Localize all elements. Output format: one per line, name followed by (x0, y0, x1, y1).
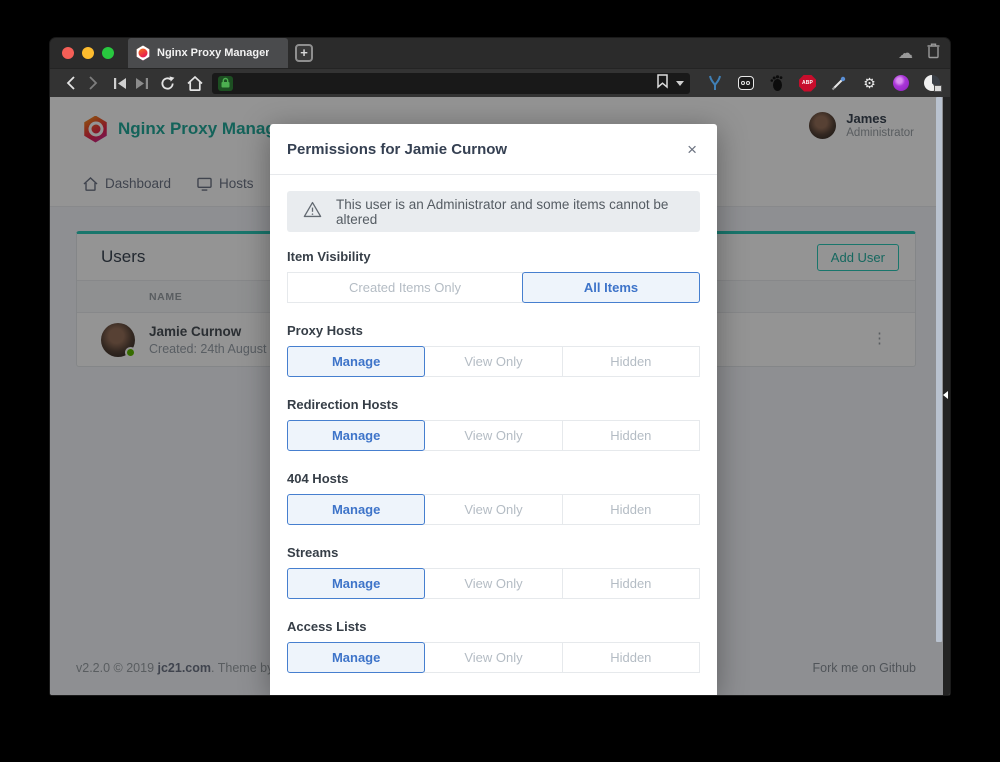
extension-fork-icon[interactable] (706, 75, 723, 92)
alert-text: This user is an Administrator and some i… (336, 197, 684, 227)
section-label: Access Lists (287, 619, 700, 634)
redirection-hosts-view-only[interactable]: View Only (424, 420, 562, 451)
bookmark-caret-icon[interactable] (676, 81, 684, 86)
panel-arrow-icon (943, 391, 948, 399)
section-label: Streams (287, 545, 700, 560)
rewind-icon[interactable] (109, 72, 131, 94)
modal-header: Permissions for Jamie Curnow × (270, 124, 717, 175)
tab-title: Nginx Proxy Manager (157, 47, 269, 59)
admin-alert: This user is an Administrator and some i… (287, 191, 700, 232)
side-panel-toggle[interactable] (943, 97, 950, 695)
page-viewport: Nginx Proxy Manager James Administrator … (50, 97, 950, 695)
streams-manage[interactable]: Manage (287, 568, 425, 599)
browser-toolbar: ABP ⚙ (50, 68, 950, 97)
warning-triangle-icon (303, 201, 322, 223)
section-streams: Streams Manage View Only Hidden (287, 545, 700, 599)
proxy-hosts-hidden[interactable]: Hidden (562, 346, 700, 377)
close-icon[interactable]: × (687, 141, 697, 158)
extension-purple-icon[interactable] (892, 75, 909, 92)
extension-icons: ABP ⚙ (706, 75, 940, 92)
404-hosts-hidden[interactable]: Hidden (562, 494, 700, 525)
browser-window: Nginx Proxy Manager + ☁ (50, 38, 950, 695)
section-label: Redirection Hosts (287, 397, 700, 412)
forward-icon[interactable] (82, 72, 104, 94)
bookmark-icon[interactable] (657, 74, 668, 93)
close-window-button[interactable] (62, 47, 74, 59)
address-bar[interactable] (212, 73, 690, 94)
trash-icon[interactable] (927, 43, 940, 63)
extension-dropper-icon[interactable] (830, 75, 847, 92)
favicon-npm-logo (136, 46, 150, 61)
scrollbar-thumb[interactable] (936, 97, 942, 642)
minimize-window-button[interactable] (82, 47, 94, 59)
404-hosts-manage[interactable]: Manage (287, 494, 425, 525)
section-redirection-hosts: Redirection Hosts Manage View Only Hidde… (287, 397, 700, 451)
section-item-visibility: Item Visibility Created Items Only All I… (287, 249, 700, 303)
option-all-items[interactable]: All Items (522, 272, 700, 303)
section-proxy-hosts: Proxy Hosts Manage View Only Hidden (287, 323, 700, 377)
section-access-lists: Access Lists Manage View Only Hidden (287, 619, 700, 673)
reload-icon[interactable] (157, 72, 179, 94)
extension-goggles-icon[interactable] (737, 75, 754, 92)
extension-settings-gear-icon[interactable]: ⚙ (861, 75, 878, 92)
maximize-window-button[interactable] (102, 47, 114, 59)
browser-titlebar: Nginx Proxy Manager + ☁ (50, 38, 950, 68)
access-lists-manage[interactable]: Manage (287, 642, 425, 673)
home-icon[interactable] (184, 72, 206, 94)
section-label: Proxy Hosts (287, 323, 700, 338)
proxy-hosts-view-only[interactable]: View Only (424, 346, 562, 377)
option-created-items-only[interactable]: Created Items Only (287, 272, 523, 303)
modal-title: Permissions for Jamie Curnow (287, 141, 507, 158)
section-label: Item Visibility (287, 249, 700, 264)
access-lists-view-only[interactable]: View Only (424, 642, 562, 673)
access-lists-hidden[interactable]: Hidden (562, 642, 700, 673)
section-404-hosts: 404 Hosts Manage View Only Hidden (287, 471, 700, 525)
404-hosts-view-only[interactable]: View Only (424, 494, 562, 525)
redirection-hosts-hidden[interactable]: Hidden (562, 420, 700, 451)
redirection-hosts-manage[interactable]: Manage (287, 420, 425, 451)
extension-gnome-foot-icon[interactable] (768, 75, 785, 92)
window-controls (50, 38, 128, 68)
extension-privacy-icon[interactable] (923, 75, 940, 92)
sync-cloud-icon[interactable]: ☁ (898, 44, 913, 62)
proxy-hosts-manage[interactable]: Manage (287, 346, 425, 377)
new-tab-button[interactable]: + (295, 44, 313, 62)
back-icon[interactable] (60, 72, 82, 94)
browser-tab[interactable]: Nginx Proxy Manager (128, 38, 288, 68)
streams-hidden[interactable]: Hidden (562, 568, 700, 599)
extension-adblock-plus-icon[interactable]: ABP (799, 75, 816, 92)
fast-forward-icon[interactable] (131, 72, 153, 94)
ssl-lock-icon[interactable] (218, 76, 233, 91)
streams-view-only[interactable]: View Only (424, 568, 562, 599)
permissions-modal: Permissions for Jamie Curnow × This user… (270, 124, 717, 695)
section-label: 404 Hosts (287, 471, 700, 486)
